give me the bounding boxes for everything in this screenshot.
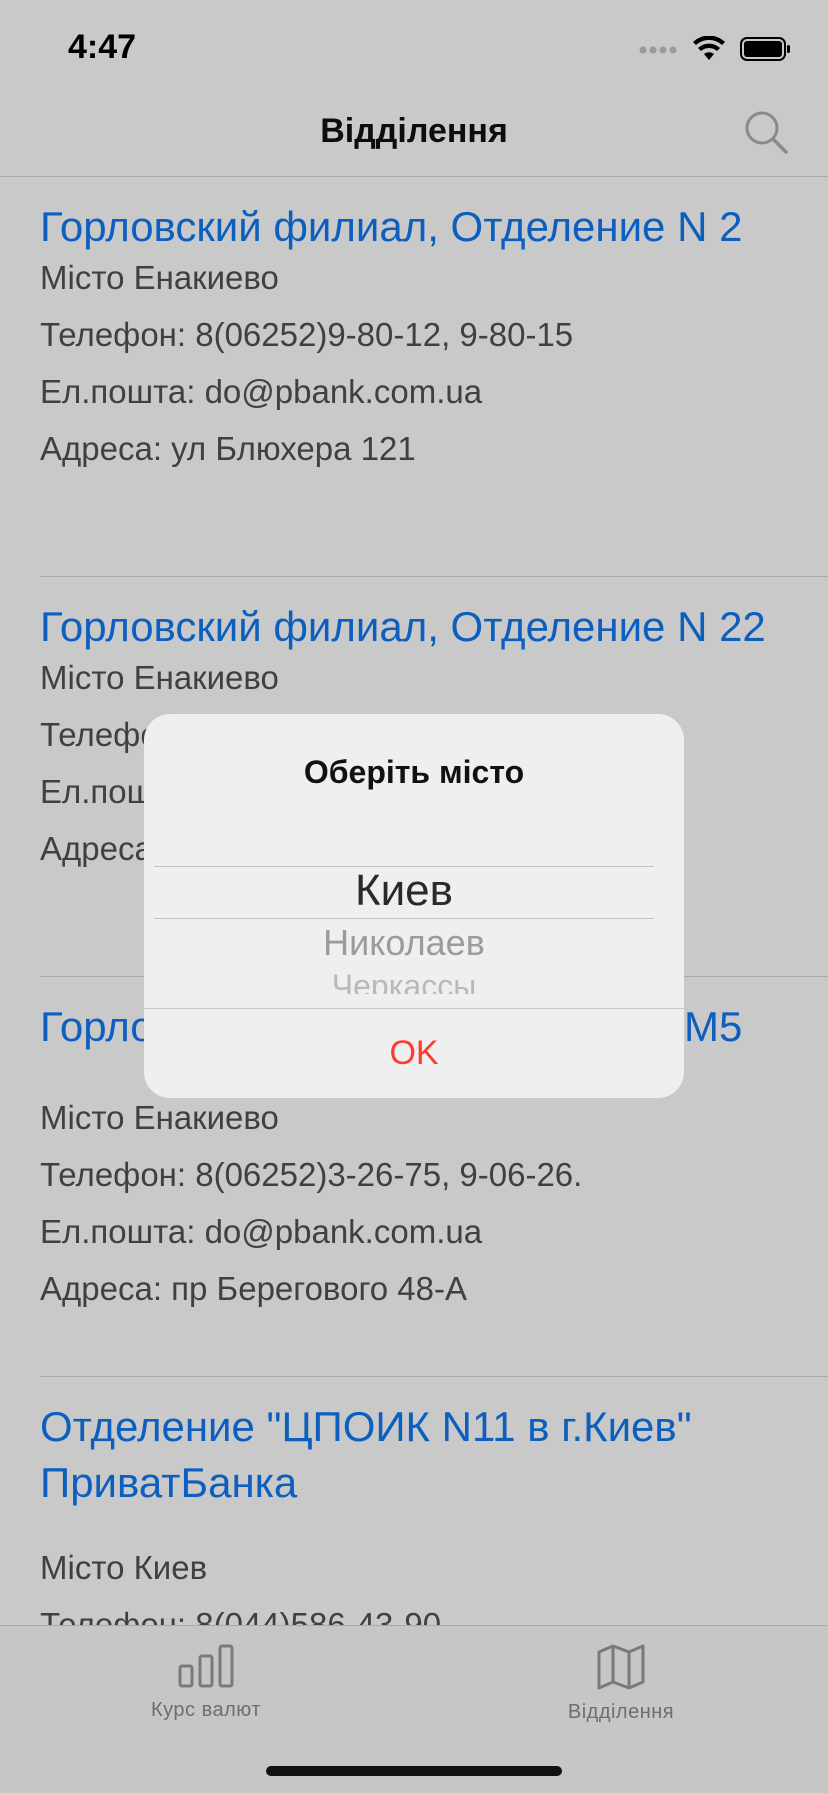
branch-city: Місто Енакиево <box>40 259 279 296</box>
picker-option[interactable]: Николаев <box>144 922 664 964</box>
branch-email: Ел.пош <box>40 773 154 810</box>
list-item[interactable]: Горловский филиал, Отделение N 2 Місто Е… <box>0 177 828 577</box>
branch-phone: Телефон: 8(06252)3-26-75, 9-06-26. <box>40 1156 583 1193</box>
tab-label: Курс валют <box>150 1699 262 1721</box>
branch-phone: Телефон: 8(044)586-43-90 <box>40 1606 442 1625</box>
battery-icon <box>740 37 790 61</box>
map-icon <box>597 1644 645 1690</box>
tab-branches[interactable]: Відділення <box>521 1644 721 1724</box>
wifi-icon <box>693 36 725 60</box>
picker-option-selected[interactable]: Киев <box>144 866 664 916</box>
branch-phone: Телефо <box>40 716 159 753</box>
branch-city: Місто Енакиево <box>40 1099 279 1136</box>
nav-bar: Відділення <box>0 96 828 177</box>
branch-phone: Телефон: 8(06252)9-80-12, 9-80-15 <box>40 316 574 353</box>
search-icon[interactable] <box>742 108 790 156</box>
branch-title-right: М5 <box>684 1003 743 1050</box>
picker-selection-bottom <box>154 918 654 919</box>
home-indicator <box>266 1766 562 1776</box>
status-bar: 4:47 <box>0 0 828 96</box>
branch-title-left: Горло <box>40 1003 154 1050</box>
branch-address: Адреса: ул Блюхера 121 <box>40 430 416 467</box>
bar-chart-icon <box>178 1644 234 1688</box>
branch-city: Місто Киев <box>40 1549 208 1586</box>
city-picker-dialog: Оберіть місто Киев Николаев Черкассы OK <box>144 714 684 1098</box>
status-icons <box>638 36 792 62</box>
branch-title[interactable]: Отделение "ЦПОИК N11 в г.Киев" ПриватБан… <box>40 1399 800 1511</box>
page-title: Відділення <box>320 112 508 150</box>
status-time: 4:47 <box>68 28 137 66</box>
list-item[interactable]: Отделение "ЦПОИК N11 в г.Киев" ПриватБан… <box>0 1377 828 1625</box>
picker-option[interactable]: Черкассы <box>144 966 664 994</box>
branch-email: Ел.пошта: do@pbank.com.ua <box>40 373 483 410</box>
branch-address: Адреса <box>40 830 153 867</box>
branch-title[interactable]: Горловский филиал, Отделение N 2 <box>40 199 800 255</box>
branch-address: Адреса: пр Берегового 48-А <box>40 1270 467 1307</box>
tab-exchange-rates[interactable]: Курс валют <box>106 1644 306 1722</box>
ok-button[interactable]: OK <box>144 1008 684 1098</box>
branch-title[interactable]: Горловский филиал, Отделение N 22 <box>40 599 800 655</box>
branch-city: Місто Енакиево <box>40 659 279 696</box>
tab-label: Відділення <box>567 1701 675 1723</box>
signal-icon <box>639 46 677 54</box>
branch-email: Ел.пошта: do@pbank.com.ua <box>40 1213 483 1250</box>
dialog-title: Оберіть місто <box>303 754 525 790</box>
